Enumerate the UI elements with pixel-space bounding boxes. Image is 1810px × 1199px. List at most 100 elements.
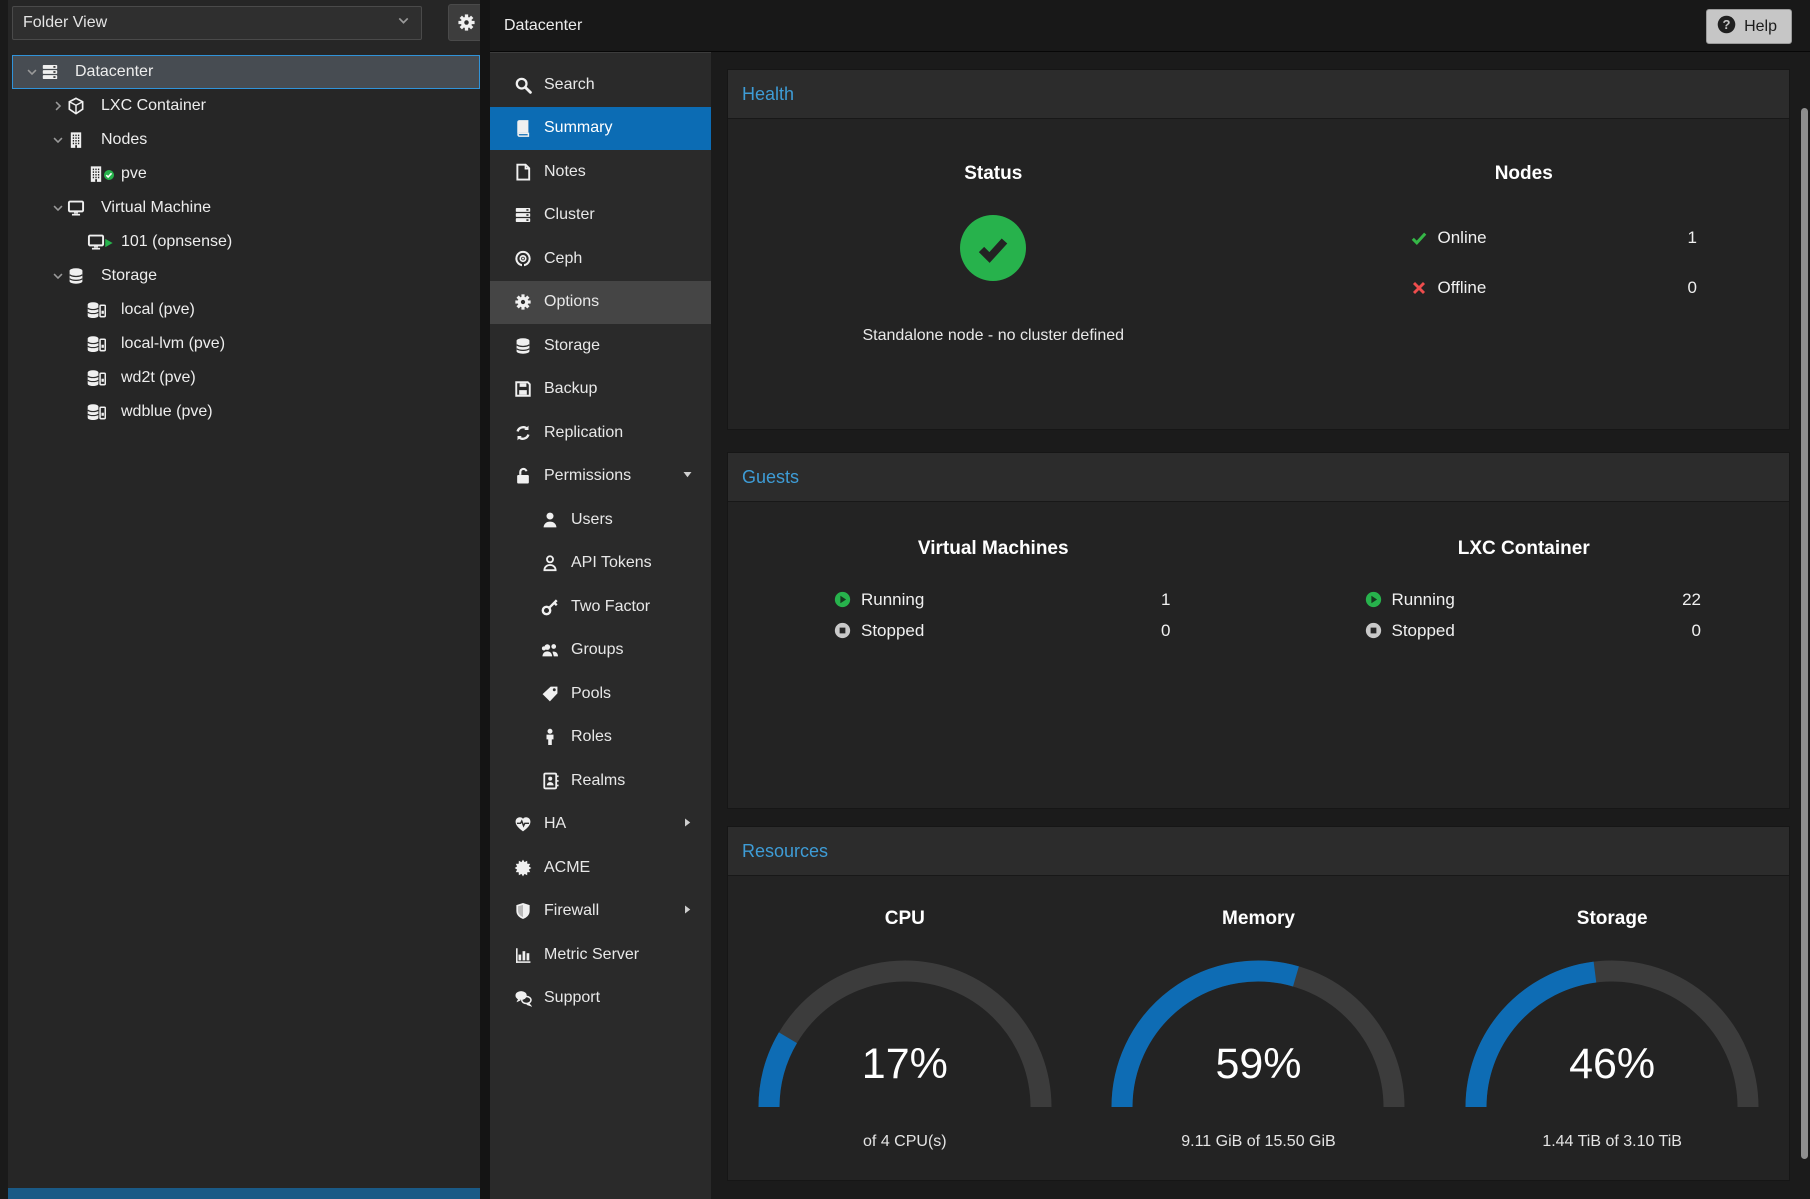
guest-row-label: Running xyxy=(1392,590,1683,610)
tree-item-label: LXC Container xyxy=(101,97,206,115)
content-scrollbar xyxy=(1798,104,1810,1199)
server-stack-icon xyxy=(514,206,532,224)
gauge-storage: Storage46%1.44 TiB of 3.10 TiB xyxy=(1435,876,1789,1180)
gauge-percent: 46% xyxy=(1462,1040,1762,1089)
tree-item-label: Virtual Machine xyxy=(101,199,211,217)
tree-item-lxc-container[interactable]: LXC Container xyxy=(12,89,480,123)
sidebar-item-search[interactable]: Search xyxy=(490,63,711,107)
guests-panel-body: Virtual MachinesRunning1Stopped0LXC Cont… xyxy=(728,502,1789,808)
sidebar-item-cluster[interactable]: Cluster xyxy=(490,194,711,238)
sidebar-item-groups[interactable]: Groups xyxy=(490,629,711,673)
sidebar-item-roles[interactable]: Roles xyxy=(490,716,711,760)
guest-row-value: 1 xyxy=(1161,590,1170,610)
sidebar-item-label: API Tokens xyxy=(571,554,652,572)
tree-expander[interactable] xyxy=(49,99,67,113)
help-button[interactable]: ? Help xyxy=(1706,9,1792,44)
gauge-percent: 17% xyxy=(755,1040,1055,1089)
gauge-arc xyxy=(1462,957,1762,1119)
users-icon xyxy=(541,641,559,659)
guest-row-label: Stopped xyxy=(861,621,1161,641)
sidebar-item-metric-server[interactable]: Metric Server xyxy=(490,933,711,977)
sidebar-item-replication[interactable]: Replication xyxy=(490,411,711,455)
sidebar-item-permissions[interactable]: Permissions xyxy=(490,455,711,499)
panel-splitter[interactable] xyxy=(480,0,490,1199)
gauge-heading: Storage xyxy=(1435,908,1789,930)
search-icon xyxy=(514,76,532,94)
tree-item-storage[interactable]: Storage xyxy=(12,259,480,293)
tree-expander[interactable] xyxy=(23,65,41,79)
tree-expander[interactable] xyxy=(49,133,67,147)
tree-item-wdblue-pve[interactable]: wdblue (pve) xyxy=(12,395,480,429)
gauge-arc xyxy=(1108,957,1408,1119)
check-icon xyxy=(973,228,1013,268)
sidebar-item-users[interactable]: Users xyxy=(490,498,711,542)
chevron-down-icon xyxy=(396,13,411,33)
database-drive-icon xyxy=(87,403,106,422)
tree-item-pve[interactable]: pve xyxy=(12,157,480,191)
tree-item-local-lvm-pve[interactable]: local-lvm (pve) xyxy=(12,327,480,361)
tree-item-wd2t-pve[interactable]: wd2t (pve) xyxy=(12,361,480,395)
sidebar-item-backup[interactable]: Backup xyxy=(490,368,711,412)
tree-item-datacenter[interactable]: Datacenter xyxy=(12,55,480,89)
sidebar-item-label: Backup xyxy=(544,380,597,398)
chevron-down-icon xyxy=(51,269,65,283)
key-icon xyxy=(541,598,559,616)
floppy-icon xyxy=(514,380,532,398)
resources-panel: Resources CPU17%of 4 CPU(s)Memory59%9.11… xyxy=(727,826,1790,1181)
tri-right-icon xyxy=(682,817,693,828)
health-panel-title: Health xyxy=(742,84,794,105)
tree-item-nodes[interactable]: Nodes xyxy=(12,123,480,157)
health-panel-header: Health xyxy=(728,70,1789,119)
play-badge-icon xyxy=(103,237,115,249)
sidebar-item-label: Two Factor xyxy=(571,598,650,616)
gauge-cpu: CPU17%of 4 CPU(s) xyxy=(728,876,1082,1180)
tree-item-101-opnsense[interactable]: 101 (opnsense) xyxy=(12,225,480,259)
nodes-rows: Online1Offline0 xyxy=(1259,213,1790,313)
sidebar-item-api-tokens[interactable]: API Tokens xyxy=(490,542,711,586)
play-circle-icon xyxy=(1365,591,1382,608)
guests-panel-header: Guests xyxy=(728,453,1789,502)
tree-item-label: wd2t (pve) xyxy=(121,369,196,387)
sidebar-item-label: ACME xyxy=(544,859,590,877)
tree-item-local-pve[interactable]: local (pve) xyxy=(12,293,480,327)
sidebar-item-realms[interactable]: Realms xyxy=(490,759,711,803)
tree-expander[interactable] xyxy=(49,269,67,283)
guest-row-stopped: Stopped0 xyxy=(1259,615,1790,646)
sidebar-item-support[interactable]: Support xyxy=(490,977,711,1021)
question-icon: ? xyxy=(1717,15,1736,34)
sidebar-item-label: Groups xyxy=(571,641,623,659)
status-message: Standalone node - no cluster defined xyxy=(728,327,1259,345)
tree-resize-bar[interactable] xyxy=(8,1188,480,1199)
sidebar-item-ceph[interactable]: Ceph xyxy=(490,237,711,281)
cross-icon xyxy=(1411,280,1427,296)
ceph-icon xyxy=(514,250,532,268)
tree-item-label: wdblue (pve) xyxy=(121,403,213,421)
chevron-down-icon xyxy=(51,133,65,147)
gauge-percent: 59% xyxy=(1108,1040,1408,1089)
guests-panel-title: Guests xyxy=(742,467,799,488)
unlock-icon xyxy=(514,467,532,485)
sidebar-item-firewall[interactable]: Firewall xyxy=(490,890,711,934)
resources-panel-body: CPU17%of 4 CPU(s)Memory59%9.11 GiB of 15… xyxy=(728,876,1789,1180)
scrollbar-thumb[interactable] xyxy=(1801,108,1808,1159)
sidebar-item-notes[interactable]: Notes xyxy=(490,150,711,194)
tree-header: Folder View xyxy=(8,0,480,48)
sidebar-item-summary[interactable]: Summary xyxy=(490,107,711,151)
sidebar-item-acme[interactable]: ACME xyxy=(490,846,711,890)
node-status-row-online: Online1 xyxy=(1259,213,1790,263)
resources-panel-title: Resources xyxy=(742,841,828,862)
tree-item-virtual-machine[interactable]: Virtual Machine xyxy=(12,191,480,225)
tree-item-label: Datacenter xyxy=(75,63,153,81)
tree-expander[interactable] xyxy=(49,201,67,215)
sidebar-item-two-factor[interactable]: Two Factor xyxy=(490,585,711,629)
view-mode-select[interactable]: Folder View xyxy=(12,6,422,40)
sidebar-item-pools[interactable]: Pools xyxy=(490,672,711,716)
sidebar-item-storage[interactable]: Storage xyxy=(490,324,711,368)
sidebar-item-options[interactable]: Options xyxy=(490,281,711,325)
stop-circle-icon xyxy=(834,622,851,639)
sidebar-item-ha[interactable]: HA xyxy=(490,803,711,847)
health-panel: Health Status Standalone node - no clust… xyxy=(727,69,1790,430)
bar-chart-icon xyxy=(514,946,532,964)
resource-gauges: CPU17%of 4 CPU(s)Memory59%9.11 GiB of 15… xyxy=(728,876,1789,1180)
node-status-label: Online xyxy=(1438,228,1688,248)
